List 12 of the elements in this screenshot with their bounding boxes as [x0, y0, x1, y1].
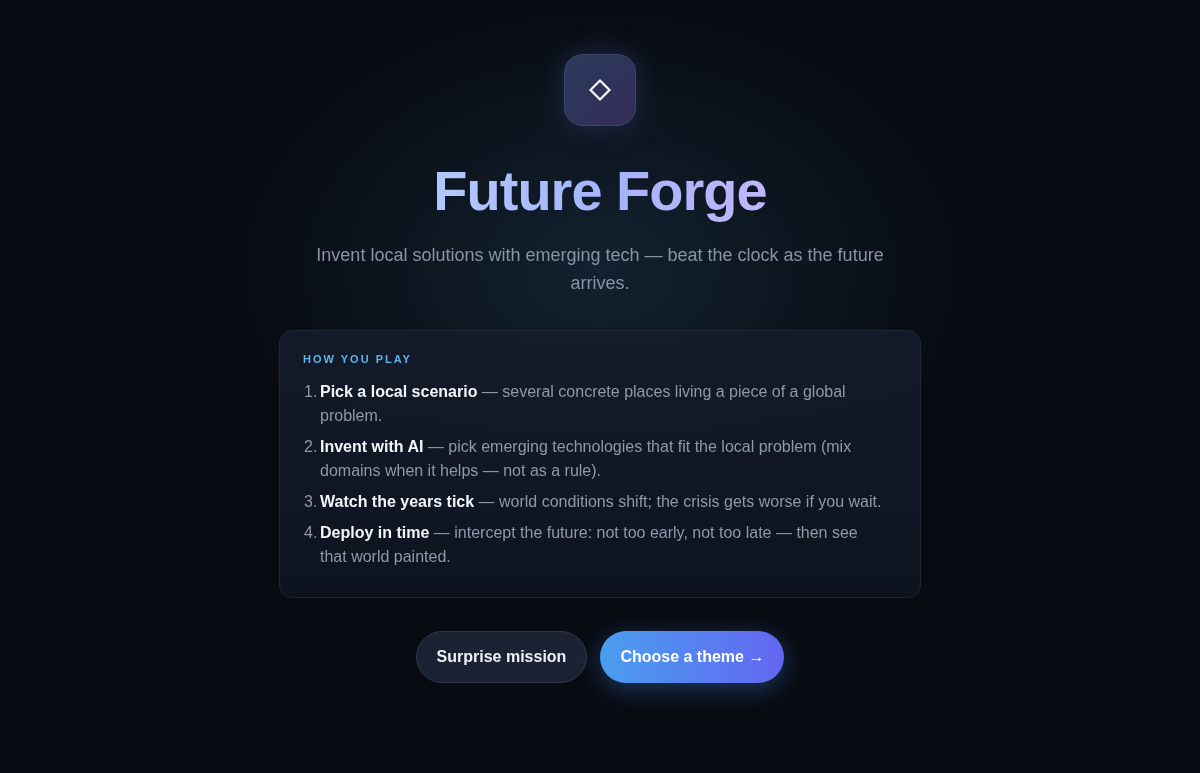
step-number: 1.	[303, 382, 319, 402]
surprise-mission-button[interactable]: Surprise mission	[415, 631, 588, 683]
tagline: Invent local solutions with emerging tech — beat the clock as the future arrives.	[315, 244, 885, 295]
section-heading: HOW YOU PLAY	[303, 352, 413, 366]
step-text: Pick a local scenario — several concrete places living a piece of a global problem.	[320, 382, 847, 426]
choose-theme-button[interactable]: Choose a theme →	[600, 631, 785, 683]
step-text: Deploy in time — intercept the future: not too early, not too late — then see that world painted.	[320, 523, 859, 567]
step-number: 3.	[303, 492, 319, 512]
step-number: 2.	[303, 437, 319, 457]
step-number: 4.	[303, 523, 319, 543]
step-text: Watch the years tick — world conditions shift; the crisis gets worse if you wait.	[320, 492, 883, 512]
step-text: Invent with AI — pick emerging technologies that fit the local problem (mix domains when it helps — not as a rule).	[320, 437, 853, 481]
